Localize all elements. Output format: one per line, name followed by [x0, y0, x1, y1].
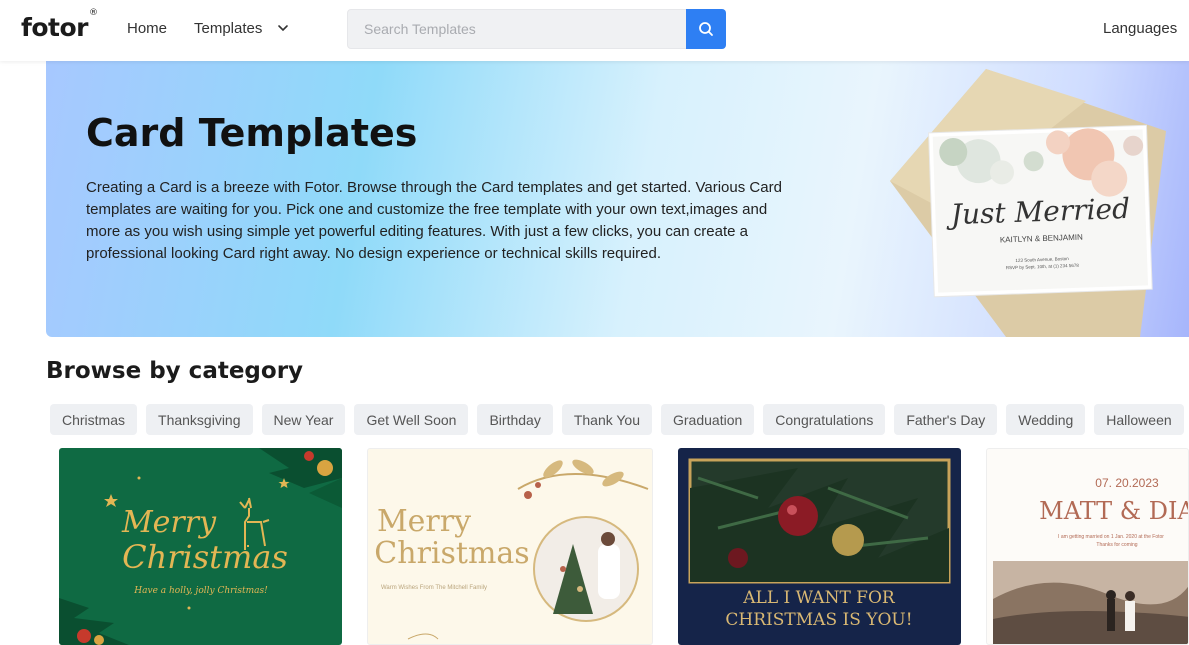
search-button[interactable]	[686, 9, 726, 49]
template-card[interactable]: Merry Christmas Warm Wishes From The Mit…	[367, 448, 653, 645]
category-chip-get-well-soon[interactable]: Get Well Soon	[354, 404, 469, 435]
svg-text:Warm Wishes From The Mitchell: Warm Wishes From The Mitchell Family	[381, 585, 487, 591]
fotor-logo[interactable]: fotor®	[21, 8, 98, 42]
wedding-card-artwork: 07. 20.2023 MATT & DIA I am getting marr…	[993, 476, 1189, 644]
category-chip-list: Christmas Thanksgiving New Year Get Well…	[50, 404, 1184, 435]
svg-text:CHRISTMAS IS YOU!: CHRISTMAS IS YOU!	[725, 610, 912, 630]
category-chip-halloween[interactable]: Halloween	[1094, 404, 1184, 435]
svg-text:Christmas: Christmas	[374, 536, 529, 571]
template-card[interactable]: 07. 20.2023 MATT & DIA I am getting marr…	[986, 448, 1189, 645]
nav-templates-menu[interactable]: Templates	[194, 20, 262, 37]
category-chip-thanksgiving[interactable]: Thanksgiving	[146, 404, 253, 435]
search-icon	[699, 22, 713, 36]
category-chip-fathers-day[interactable]: Father's Day	[894, 404, 998, 435]
nav-languages-menu[interactable]: Languages	[1103, 20, 1177, 37]
christmas-card-artwork: ALL I WANT FOR CHRISTMAS IS YOU!	[688, 458, 951, 630]
category-chip-christmas[interactable]: Christmas	[50, 404, 138, 435]
hero-description: Creating a Card is a breeze with Fotor. …	[86, 179, 782, 262]
top-header: fotor® Home Templates Languages	[0, 0, 1189, 61]
category-chip-congratulations[interactable]: Congratulations	[763, 404, 886, 435]
svg-text:Thanks for coming: Thanks for coming	[1096, 542, 1137, 548]
svg-text:I am getting married on 1 Jan.: I am getting married on 1 Jan. 2020 at t…	[1058, 534, 1164, 540]
category-chip-wedding[interactable]: Wedding	[1006, 404, 1086, 435]
category-chip-birthday[interactable]: Birthday	[477, 404, 553, 435]
page-title: Card Templates	[86, 111, 418, 155]
search-input[interactable]	[348, 10, 686, 48]
svg-text:Christmas: Christmas	[122, 538, 288, 576]
svg-text:07. 20.2023: 07. 20.2023	[1095, 476, 1159, 490]
christmas-card-artwork: Merry Christmas Warm Wishes From The Mit…	[374, 459, 649, 640]
search-box	[347, 9, 687, 49]
christmas-card-artwork: Merry Christmas Have a holly, jolly Chri…	[59, 448, 342, 645]
svg-text:Have a holly, jolly Christmas!: Have a holly, jolly Christmas!	[133, 586, 268, 596]
template-card[interactable]: Merry Christmas Have a holly, jolly Chri…	[59, 448, 342, 645]
svg-text:Merry: Merry	[377, 504, 471, 539]
category-chip-thank-you[interactable]: Thank You	[561, 404, 652, 435]
browse-category-title: Browse by category	[46, 358, 304, 384]
category-chip-new-year[interactable]: New Year	[261, 404, 346, 435]
svg-text:ALL I WANT FOR: ALL I WANT FOR	[742, 588, 896, 608]
wedding-card-illustration: Just Merried KAITLYN & BENJAMIN 123 Sout…	[890, 69, 1166, 337]
svg-text:Merry: Merry	[121, 505, 217, 540]
chevron-down-icon[interactable]	[277, 22, 289, 34]
template-card[interactable]: ALL I WANT FOR CHRISTMAS IS YOU!	[678, 448, 961, 645]
svg-text:Just Merried: Just Merried	[945, 192, 1130, 231]
category-chip-graduation[interactable]: Graduation	[661, 404, 755, 435]
nav-home-link[interactable]: Home	[127, 20, 167, 37]
hero-banner: Card Templates Creating a Card is a bree…	[46, 61, 1189, 337]
svg-text:MATT & DIA: MATT & DIA	[1039, 497, 1189, 525]
